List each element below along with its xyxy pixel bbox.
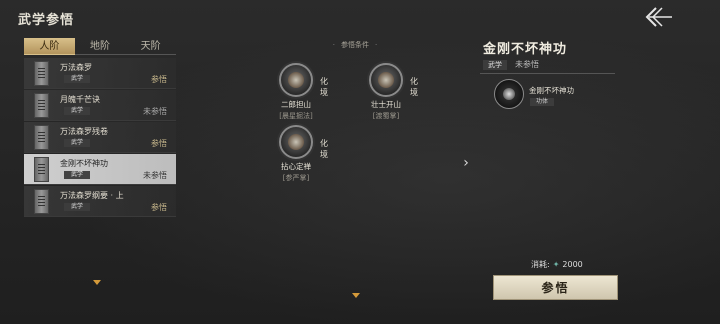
page-title: 武学参悟 — [18, 13, 75, 28]
condition-skill-icon — [279, 63, 313, 97]
item-status: 参悟 — [151, 75, 167, 84]
scroll-icon — [34, 125, 49, 150]
scroll-icon — [34, 157, 49, 182]
cost-display: 消耗: ✦ 2000 — [531, 259, 583, 270]
condition-name: 壮士开山 — [371, 100, 401, 109]
item-status: 参悟 — [151, 203, 167, 212]
scroll-icon — [34, 189, 49, 214]
skill-list: 万法森罗 武学 参悟 月魄千芒诀 武学 未参悟 万法森罗残卷 武学 参悟 金刚不… — [24, 58, 176, 217]
tab-ren[interactable]: 人阶 — [24, 38, 75, 55]
list-item[interactable]: 万法森罗纲要 · 上 武学 参悟 — [24, 186, 176, 217]
tier-tabs: 人阶 地阶 天阶 — [24, 38, 177, 55]
conditions-scroll-down-icon[interactable] — [352, 293, 360, 298]
conditions-header: 参悟条件 — [300, 40, 410, 50]
item-tag: 武学 — [64, 139, 91, 147]
condition-node[interactable]: 拈心定禅 [参严掌] 化境 — [266, 125, 328, 183]
chevron-right-icon[interactable]: › — [459, 152, 473, 174]
item-name: 金刚不坏神功 — [60, 159, 108, 168]
condition-level: 化境 — [320, 77, 328, 97]
feather-currency-icon: ✦ — [552, 260, 560, 269]
comprehend-button[interactable]: 参悟 — [493, 275, 618, 300]
condition-skill-icon — [369, 63, 403, 97]
condition-name: 二郎担山 — [281, 100, 311, 109]
item-status: 未参悟 — [143, 171, 167, 180]
condition-sub: [渡蜀掌] — [372, 112, 400, 120]
tab-tian[interactable]: 天阶 — [125, 38, 177, 55]
list-item[interactable]: 万法森罗残卷 武学 参悟 — [24, 122, 176, 153]
item-tag: 武学 — [64, 171, 91, 179]
scroll-icon — [34, 93, 49, 118]
item-name: 万法森罗残卷 — [60, 127, 108, 136]
cost-value: 2000 — [562, 260, 583, 269]
item-name: 万法森罗纲要 · 上 — [60, 191, 124, 200]
condition-level: 化境 — [410, 77, 418, 97]
skill-list-panel: 人阶 地阶 天阶 万法森罗 武学 参悟 月魄千芒诀 武学 未参悟 万法森罗残卷 … — [24, 38, 177, 286]
condition-node[interactable]: 二郎担山 [晨星掘法] 化境 — [266, 63, 328, 121]
item-tag: 武学 — [64, 203, 91, 211]
item-tag: 武学 — [64, 107, 91, 115]
list-item-selected[interactable]: 金刚不坏神功 武学 未参悟 — [24, 154, 176, 185]
list-item[interactable]: 月魄千芒诀 武学 未参悟 — [24, 90, 176, 121]
condition-sub: [晨星掘法] — [279, 112, 313, 120]
detail-tag: 武学 — [483, 60, 507, 70]
cost-label: 消耗: — [531, 260, 550, 269]
scroll-icon — [34, 61, 49, 86]
list-scroll-down-icon[interactable] — [93, 280, 101, 285]
skill-name: 金刚不坏神功 — [529, 86, 574, 95]
list-item[interactable]: 万法森罗 武学 参悟 — [24, 58, 176, 89]
item-name: 万法森罗 — [60, 63, 92, 72]
condition-sub: [参严掌] — [282, 174, 310, 182]
skill-type: 功体 — [530, 98, 555, 106]
detail-status: 未参悟 — [515, 60, 539, 69]
tab-di[interactable]: 地阶 — [74, 38, 126, 55]
skill-card[interactable]: 金刚不坏神功 功体 — [494, 79, 614, 109]
item-tag: 武学 — [64, 75, 91, 83]
back-arrow-icon[interactable] — [644, 6, 674, 28]
condition-level: 化境 — [320, 139, 328, 159]
divider — [480, 73, 615, 74]
condition-skill-icon — [279, 125, 313, 159]
condition-name: 拈心定禅 — [281, 162, 311, 171]
item-status: 未参悟 — [143, 107, 167, 116]
item-name: 月魄千芒诀 — [60, 95, 100, 104]
item-status: 参悟 — [151, 139, 167, 148]
fist-skill-icon — [494, 79, 524, 109]
condition-node[interactable]: 壮士开山 [渡蜀掌] 化境 — [356, 63, 418, 121]
detail-title: 金刚不坏神功 — [483, 42, 568, 57]
